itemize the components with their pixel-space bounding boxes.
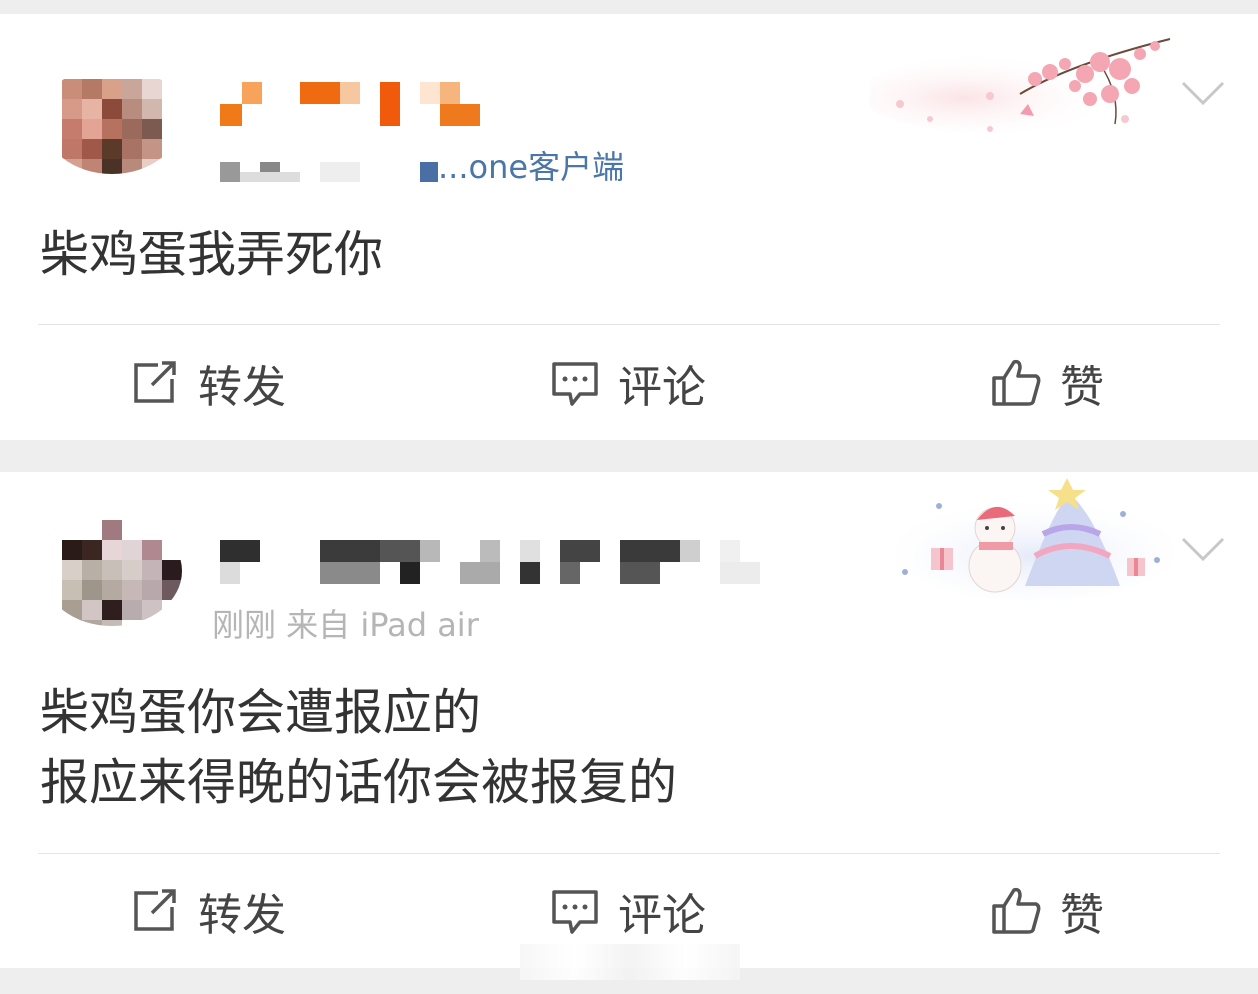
comment-label: 评论 [618,890,706,941]
post-content-line: 报应来得晚的话你会被报复的 [40,754,678,811]
repost-label: 转发 [198,362,286,413]
like-button[interactable]: 赞 [990,353,1104,413]
post-content-line: 柴鸡蛋我弄死你 [40,226,384,283]
username-redacted[interactable] [220,82,480,126]
post-content-line: 柴鸡蛋你会遭报应的 [40,684,482,741]
repost-icon [134,361,176,403]
post-time-source: 刚刚 来自 iPad air [212,606,479,644]
thumbs-up-icon [992,887,1041,934]
repost-button[interactable]: 转发 [130,881,286,941]
post-card: ...one客户端 柴鸡蛋我弄死你 转发 评论 赞 [0,14,1258,440]
thumbs-up-icon [992,359,1041,406]
repost-icon [134,889,176,931]
source-redacted [420,162,438,182]
comment-button[interactable]: 评论 [550,353,706,413]
username-redacted[interactable] [220,540,760,584]
divider [38,853,1220,854]
time-redacted [240,172,300,182]
repost-label: 转发 [198,890,286,941]
comment-button[interactable]: 评论 [550,881,706,941]
avatar[interactable] [42,64,182,174]
like-button[interactable]: 赞 [990,881,1104,941]
chevron-down-icon[interactable] [1180,78,1226,108]
like-label: 赞 [1060,362,1104,413]
cherry-blossom-decoration [870,38,1171,132]
comment-icon [552,362,598,406]
repost-button[interactable]: 转发 [130,353,286,413]
divider [38,324,1220,325]
time-redacted [320,162,360,182]
post-source[interactable]: ...one客户端 [438,142,624,188]
chevron-down-icon[interactable] [1180,534,1226,564]
comment-icon [552,890,598,934]
watermark-strip [520,944,740,980]
time-redacted [220,162,240,182]
post-content: 柴鸡蛋你会遭报应的 报应来得晚的话你会被报复的 [40,678,677,818]
avatar[interactable] [42,516,182,626]
christmas-snowman-decoration [895,478,1175,601]
comment-label: 评论 [618,362,706,413]
like-label: 赞 [1060,890,1104,941]
post-content: 柴鸡蛋我弄死你 [40,220,383,290]
post-card: 刚刚 来自 iPad air 柴鸡蛋你会遭报应的 报应来得晚的话你会被报复的 转… [0,472,1258,968]
